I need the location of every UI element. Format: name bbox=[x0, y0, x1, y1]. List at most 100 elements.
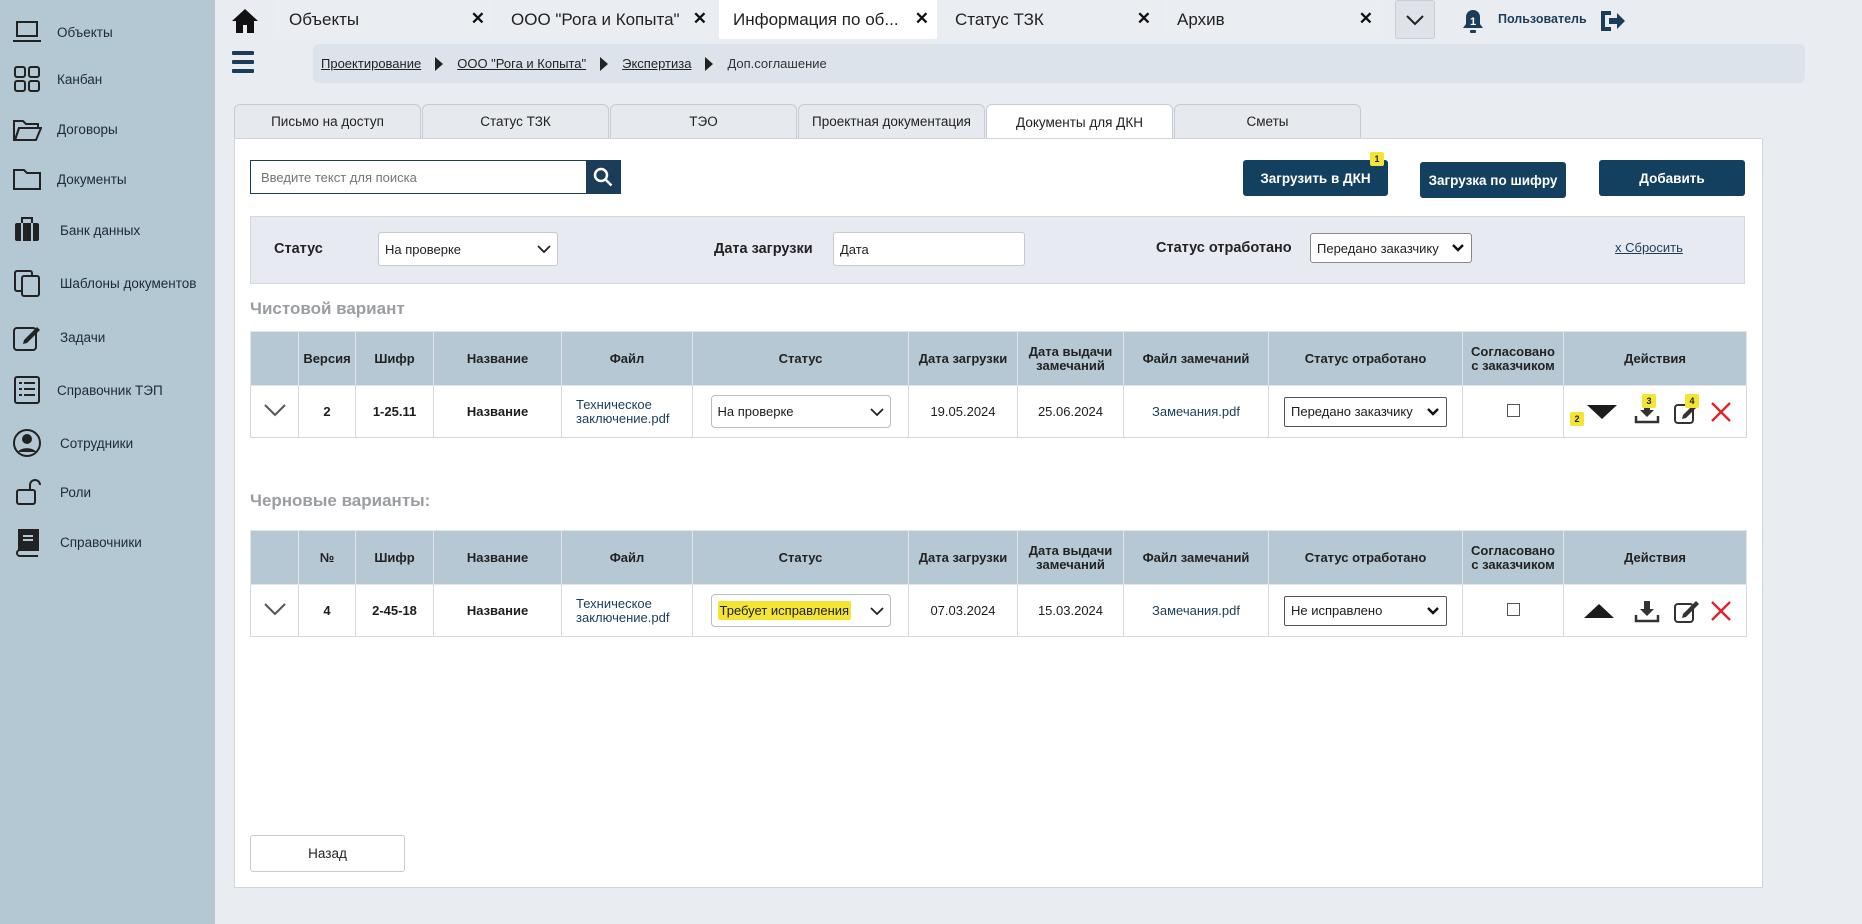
sidebar-item-kanban[interactable]: Канбан bbox=[0, 56, 215, 102]
column-header[interactable]: Дата загрузки bbox=[908, 530, 1018, 585]
column-header[interactable]: Файл замечаний bbox=[1123, 331, 1269, 386]
column-header[interactable]: Шифр bbox=[355, 331, 434, 386]
remarks-file-link[interactable]: Замечания.pdf bbox=[1152, 404, 1240, 419]
collapse-up-button[interactable] bbox=[1582, 585, 1616, 637]
add-button[interactable]: Добавить bbox=[1599, 160, 1745, 196]
column-header[interactable]: Название bbox=[433, 530, 562, 585]
file-link[interactable]: Техническое заключение.pdf bbox=[562, 397, 692, 426]
column-header[interactable]: Согласовано с заказчиком bbox=[1462, 331, 1564, 386]
approved-checkbox[interactable] bbox=[1506, 403, 1520, 417]
search-box bbox=[250, 160, 621, 194]
sidebar-item-tasks[interactable]: Задачи bbox=[0, 314, 215, 360]
tab-object-info[interactable]: Информация по об... ✕ bbox=[719, 0, 937, 39]
tab-objects[interactable]: Объекты ✕ bbox=[275, 0, 493, 39]
user-name[interactable]: Пользователь bbox=[1498, 12, 1587, 26]
select-value: На проверке bbox=[385, 241, 462, 257]
chevron-down-icon[interactable] bbox=[263, 602, 287, 616]
delete-button[interactable] bbox=[1710, 386, 1732, 438]
edit-button[interactable] bbox=[1673, 585, 1701, 637]
upload-date-cell: 19.05.2024 bbox=[908, 385, 1018, 438]
notification-count: 1 bbox=[1470, 16, 1476, 28]
status-select[interactable]: На проверке bbox=[710, 395, 891, 428]
sidebar-item-roles[interactable]: Роли bbox=[0, 469, 215, 515]
search-input[interactable] bbox=[251, 161, 586, 193]
tab-tzk-status[interactable]: Статус ТЗК ✕ bbox=[941, 0, 1159, 39]
breadcrumb-item[interactable]: Экспертиза bbox=[622, 56, 691, 71]
date-filter-input[interactable]: Дата bbox=[833, 232, 1025, 266]
column-header[interactable]: Версия bbox=[298, 331, 356, 386]
worked-select[interactable]: Не исправлено bbox=[1284, 595, 1447, 626]
column-header[interactable]: Дата выдачи замечаний bbox=[1017, 530, 1124, 585]
tab-teo[interactable]: ТЭО bbox=[610, 104, 797, 138]
column-header[interactable]: Дата загрузки bbox=[908, 331, 1018, 386]
logout-icon[interactable] bbox=[1597, 8, 1627, 34]
upload-by-code-button[interactable]: Загрузка по шифру bbox=[1420, 162, 1566, 198]
sidebar-item-databank[interactable]: Банк данных bbox=[0, 207, 215, 253]
breadcrumb-item[interactable]: Проектирование bbox=[321, 56, 421, 71]
close-icon[interactable]: ✕ bbox=[1137, 9, 1151, 29]
search-button[interactable] bbox=[586, 161, 620, 193]
download-button[interactable] bbox=[1634, 585, 1660, 637]
bell-icon[interactable]: 1 bbox=[1461, 8, 1485, 34]
sidebar-item-tep[interactable]: Справочник ТЭП bbox=[0, 367, 215, 413]
column-header[interactable]: Файл замечаний bbox=[1123, 530, 1269, 585]
column-header bbox=[250, 331, 299, 386]
close-icon[interactable]: ✕ bbox=[693, 9, 707, 29]
column-header[interactable]: Статус bbox=[692, 530, 909, 585]
sidebar-item-documents[interactable]: Документы bbox=[0, 156, 215, 202]
tab-label: Архив bbox=[1177, 9, 1225, 29]
tab-company[interactable]: ООО "Рога и Копыта" ✕ bbox=[497, 0, 715, 39]
column-header[interactable]: Файл bbox=[561, 530, 693, 585]
tab-dkn-docs[interactable]: Документы для ДКН bbox=[986, 104, 1173, 139]
chevron-down-icon[interactable] bbox=[263, 403, 287, 417]
upload-dkn-button[interactable]: Загрузить в ДКН bbox=[1243, 160, 1388, 196]
approved-checkbox[interactable] bbox=[1506, 602, 1520, 616]
tab-project-docs[interactable]: Проектная документация bbox=[798, 104, 985, 138]
status-filter-select[interactable]: На проверке bbox=[378, 232, 558, 266]
worked-filter-select[interactable]: Передано заказчику bbox=[1310, 233, 1472, 263]
breadcrumb-item[interactable]: ООО "Рога и Копыта" bbox=[457, 56, 586, 71]
menu-icon[interactable] bbox=[232, 51, 254, 76]
column-header[interactable]: Дата выдачи замечаний bbox=[1017, 331, 1124, 386]
back-button[interactable]: Назад bbox=[250, 835, 405, 872]
column-header[interactable]: Статус bbox=[692, 331, 909, 386]
tab-estimates[interactable]: Сметы bbox=[1174, 104, 1361, 138]
column-header[interactable]: Название bbox=[433, 331, 562, 386]
sidebar-item-templates[interactable]: Шаблоны документов bbox=[0, 260, 215, 306]
column-header[interactable]: Статус отработано bbox=[1268, 331, 1463, 386]
worked-select[interactable]: Передано заказчику bbox=[1284, 396, 1447, 427]
close-icon[interactable]: ✕ bbox=[915, 9, 929, 29]
column-header[interactable]: № bbox=[298, 530, 356, 585]
sidebar-item-label: Банк данных bbox=[60, 222, 141, 238]
expand-cell[interactable] bbox=[250, 385, 299, 438]
expand-cell[interactable] bbox=[250, 584, 299, 637]
file-link[interactable]: Техническое заключение.pdf bbox=[562, 596, 692, 625]
column-header[interactable]: Статус отработано bbox=[1268, 530, 1463, 585]
remarks-file-link[interactable]: Замечания.pdf bbox=[1152, 603, 1240, 618]
close-icon[interactable]: ✕ bbox=[1359, 9, 1373, 29]
column-header[interactable]: Шифр bbox=[355, 530, 434, 585]
tabs-more-button[interactable] bbox=[1395, 0, 1435, 39]
sidebar-item-label: Шаблоны документов bbox=[60, 275, 197, 291]
table-row: 2 1-25.11 Название Техническое заключени… bbox=[250, 385, 1747, 438]
sidebar-item-label: Сотрудники bbox=[60, 435, 134, 451]
breadcrumb: Проектирование ООО "Рога и Копыта" Экспе… bbox=[313, 44, 1805, 83]
tab-archive[interactable]: Архив ✕ bbox=[1163, 0, 1381, 39]
home-icon[interactable] bbox=[230, 6, 260, 36]
tab-tzk-status-section[interactable]: Статус ТЗК bbox=[422, 104, 609, 138]
sidebar-item-employees[interactable]: Сотрудники bbox=[0, 420, 215, 466]
column-header[interactable]: Файл bbox=[561, 331, 693, 386]
tab-access-letter[interactable]: Письмо на доступ bbox=[234, 104, 421, 138]
sidebar-item-contracts[interactable]: Договоры bbox=[0, 106, 215, 152]
sidebar-item-references[interactable]: Справочники bbox=[0, 519, 215, 565]
collapse-down-button[interactable] bbox=[1585, 386, 1619, 438]
delete-button[interactable] bbox=[1710, 585, 1732, 637]
sidebar-item-objects[interactable]: Объекты bbox=[0, 9, 215, 55]
sidebar-item-label: Справочник ТЭП bbox=[57, 382, 163, 398]
close-icon[interactable]: ✕ bbox=[471, 9, 485, 29]
column-header: Действия bbox=[1563, 331, 1747, 386]
status-select[interactable]: Требует исправления bbox=[710, 594, 891, 627]
reset-filter-link[interactable]: x Сбросить bbox=[1615, 240, 1683, 255]
column-header[interactable]: Согласовано с заказчиком bbox=[1462, 530, 1564, 585]
laptop-icon bbox=[10, 15, 44, 49]
